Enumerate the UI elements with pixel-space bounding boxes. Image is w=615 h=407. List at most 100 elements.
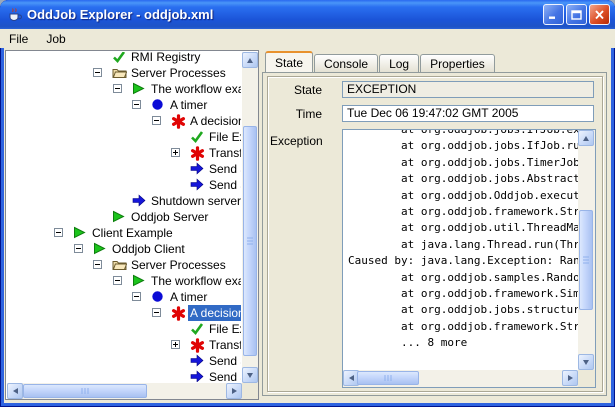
tree-row[interactable]: Send a [7, 369, 241, 382]
tree-scroll-left-button[interactable] [7, 383, 23, 399]
tree-scroll-right-button[interactable] [226, 383, 242, 399]
tree-node-label[interactable]: File Exi [207, 129, 241, 145]
tree-expander-minus[interactable] [132, 292, 141, 301]
tree-node-label[interactable]: A timer [168, 97, 209, 113]
blue-arrow-icon [190, 178, 205, 192]
tree-row[interactable]: Server Processes [7, 257, 241, 273]
tree-expander-minus[interactable] [93, 68, 102, 77]
exception-vertical-scroll-thumb[interactable] [579, 210, 593, 310]
tree-expander-minus[interactable] [74, 244, 83, 253]
tree-row[interactable]: The workflow exam [7, 81, 241, 97]
tree-row[interactable]: File Exi [7, 129, 241, 145]
tab-state[interactable]: State [265, 51, 313, 72]
tab-console[interactable]: Console [314, 54, 378, 72]
window-title: OddJob Explorer - oddjob.xml [27, 7, 543, 22]
tree-expander-minus[interactable] [113, 276, 122, 285]
tree-row[interactable]: A timer [7, 97, 241, 113]
tab-log[interactable]: Log [379, 54, 419, 72]
tree-node-label[interactable]: Send a [207, 353, 241, 369]
tree-node-label[interactable]: Client Example [90, 225, 175, 241]
tree-node-label[interactable]: A decision [188, 113, 241, 129]
tree-row[interactable]: Shutdown server [7, 193, 241, 209]
tree-row[interactable]: Send a [7, 161, 241, 177]
tree-node-label[interactable]: Send a [207, 161, 241, 177]
tree-row[interactable]: A decision [7, 305, 241, 321]
tree-expander-minus[interactable] [113, 84, 122, 93]
tree-expander-minus[interactable] [93, 260, 102, 269]
tree-row[interactable]: Send a [7, 353, 241, 369]
tree-scroll-up-button[interactable] [242, 52, 258, 68]
tree-row[interactable]: A decision [7, 113, 241, 129]
exception-horizontal-scroll-thumb[interactable] [357, 371, 419, 385]
tree-expander-minus[interactable] [152, 308, 161, 317]
tree-row[interactable]: A timer [7, 289, 241, 305]
java-cup-icon [7, 7, 23, 23]
titlebar[interactable]: OddJob Explorer - oddjob.xml [0, 0, 615, 29]
check-icon [190, 322, 205, 336]
tree-node-label[interactable]: Oddjob Client [110, 241, 187, 257]
tree-row[interactable]: Transfe [7, 337, 241, 353]
exception-text-viewport[interactable]: at org.oddjob.jobs.IfJob.ex at org.oddjo… [343, 130, 578, 370]
exception-scroll-down-button[interactable] [578, 354, 594, 370]
detail-tabs: StateConsoleLogProperties [262, 52, 496, 72]
tree-node-label[interactable]: Transfe [207, 337, 241, 353]
tree-node-label[interactable]: Transfe [207, 145, 241, 161]
tree-expander-plus[interactable] [171, 340, 180, 349]
tree-node-label[interactable]: Send a [207, 369, 241, 382]
tree-vertical-scrollbar[interactable] [242, 52, 258, 383]
tree-expander-minus[interactable] [152, 116, 161, 125]
tree-row[interactable]: Oddjob Client [7, 241, 241, 257]
tree-row[interactable]: Transfe [7, 145, 241, 161]
exception-stacktrace-text: at org.oddjob.jobs.IfJob.ex at org.oddjo… [343, 130, 578, 352]
blue-arrow-icon [190, 370, 205, 382]
blue-arrow-icon [190, 354, 205, 368]
tree-node-label[interactable]: Server Processes [129, 257, 228, 273]
tree-horizontal-scrollbar[interactable] [7, 383, 242, 399]
tree-node-label[interactable]: File Exi [207, 321, 241, 337]
time-field[interactable]: Tue Dec 06 19:47:02 GMT 2005 [342, 105, 594, 122]
tree-horizontal-scroll-thumb[interactable] [23, 384, 147, 398]
tree-expander-minus[interactable] [132, 100, 141, 109]
tab-properties[interactable]: Properties [420, 54, 495, 72]
tree-node-label[interactable]: RMI Registry [129, 52, 202, 65]
tree-row[interactable]: File Exi [7, 321, 241, 337]
minimize-button[interactable] [543, 4, 564, 25]
app-window: OddJob Explorer - oddjob.xml File Job RM… [0, 0, 615, 407]
state-field[interactable]: EXCEPTION [342, 81, 594, 98]
close-button[interactable] [589, 4, 610, 25]
job-tree[interactable]: RMI RegistryServer ProcessesThe workflow… [7, 52, 241, 382]
exception-vertical-scrollbar[interactable] [578, 130, 595, 370]
open-folder-icon [112, 258, 127, 272]
tree-node-label[interactable]: Server Processes [129, 65, 228, 81]
tree-row[interactable]: Send a [7, 177, 241, 193]
tree-vertical-scroll-thumb[interactable] [243, 126, 257, 356]
state-form-panel: State EXCEPTION Time Tue Dec 06 19:47:02… [267, 76, 603, 392]
tree-node-label[interactable]: The workflow exam [149, 273, 241, 289]
tree-row[interactable]: Server Processes [7, 65, 241, 81]
exception-scroll-right-button[interactable] [562, 370, 578, 386]
tree-node-label[interactable]: Shutdown server [149, 193, 241, 209]
exception-scrollbar-corner [578, 370, 595, 387]
tree-node-label[interactable]: Send a [207, 177, 241, 193]
exception-scroll-up-button[interactable] [578, 130, 594, 146]
tree-node-label[interactable]: Oddjob Server [129, 209, 210, 225]
tree-expander-minus[interactable] [54, 228, 63, 237]
tree-expander-plus[interactable] [171, 148, 180, 157]
exception-horizontal-scrollbar[interactable] [343, 370, 578, 387]
tree-row[interactable]: The workflow exam [7, 273, 241, 289]
maximize-button[interactable] [566, 4, 587, 25]
tree-row[interactable]: Client Example [7, 225, 241, 241]
exception-textarea[interactable]: at org.oddjob.jobs.IfJob.ex at org.oddjo… [342, 129, 596, 388]
tree-scroll-down-button[interactable] [242, 367, 258, 383]
menu-item-job[interactable]: Job [37, 31, 74, 47]
tree-node-label[interactable]: A decision [188, 305, 241, 321]
tree-node-label[interactable]: A timer [168, 289, 209, 305]
menu-item-file[interactable]: File [0, 31, 37, 47]
state-label: State [270, 83, 322, 97]
tree-row[interactable]: RMI Registry [7, 52, 241, 65]
play-triangle-icon [112, 210, 127, 224]
blue-arrow-icon [132, 194, 147, 208]
tree-node-label[interactable]: The workflow exam [149, 81, 241, 97]
tree-row[interactable]: Oddjob Server [7, 209, 241, 225]
red-asterisk-icon [190, 338, 205, 352]
